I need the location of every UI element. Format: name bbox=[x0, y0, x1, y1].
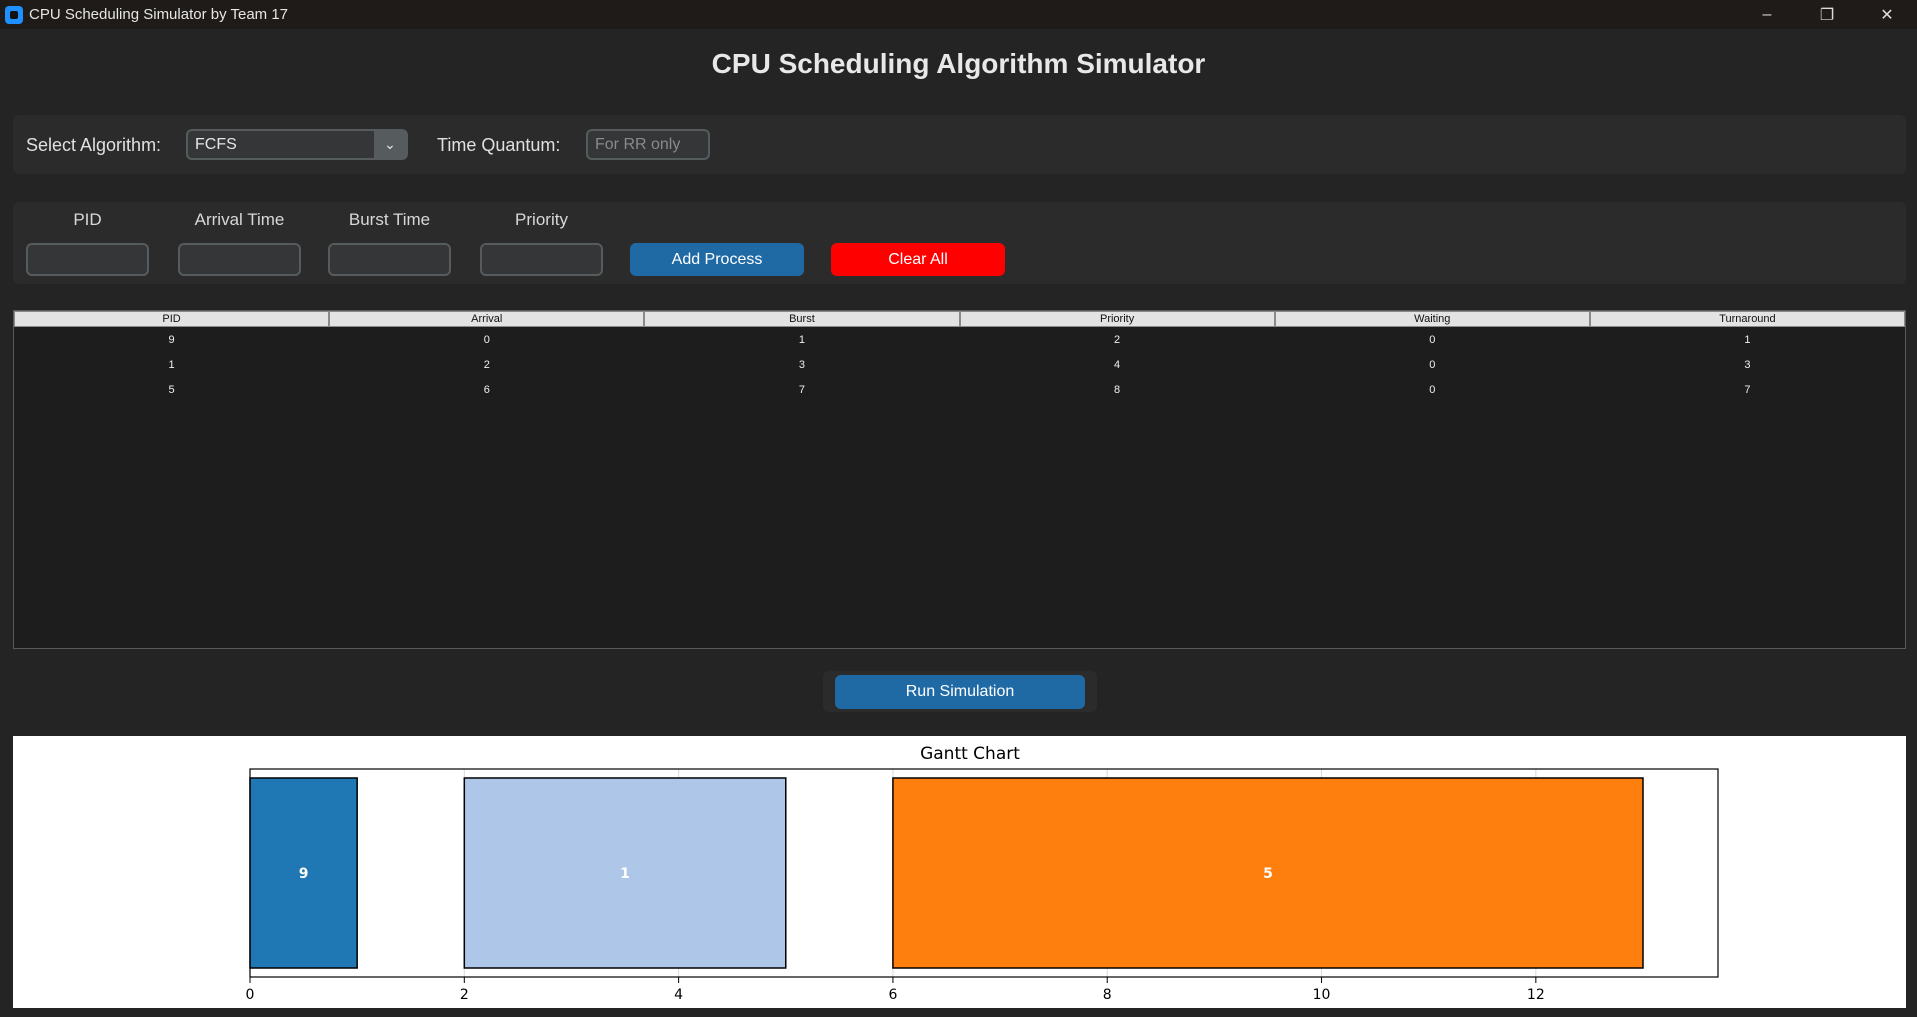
table-row[interactable]: 9 0 1 2 0 1 bbox=[14, 327, 1905, 352]
page-title: CPU Scheduling Algorithm Simulator bbox=[711, 48, 1206, 79]
algorithm-value: FCFS bbox=[195, 135, 237, 153]
table-cell: 0 bbox=[1429, 333, 1436, 346]
window-controls: – ❐ ✕ bbox=[1737, 0, 1917, 29]
window-title: CPU Scheduling Simulator by Team 17 bbox=[29, 6, 289, 23]
table-cell: 2 bbox=[1114, 333, 1121, 346]
pid-input[interactable] bbox=[26, 243, 149, 276]
table-row[interactable]: 1 2 3 4 0 3 bbox=[14, 352, 1905, 377]
minimize-icon[interactable]: – bbox=[1737, 0, 1797, 29]
pid-label: PID bbox=[73, 210, 102, 229]
table-row[interactable]: 5 6 7 8 0 7 bbox=[14, 377, 1905, 402]
table-cell: 3 bbox=[798, 358, 805, 371]
add-process-button[interactable]: Add Process bbox=[630, 243, 804, 276]
quantum-input[interactable] bbox=[586, 129, 710, 160]
table-cell: 5 bbox=[168, 383, 175, 396]
algorithm-label: Select Algorithm: bbox=[26, 135, 162, 155]
clear-all-button[interactable]: Clear All bbox=[831, 243, 1005, 276]
header-turnaround[interactable]: Turnaround bbox=[1589, 311, 1906, 327]
header-burst[interactable]: Burst bbox=[644, 311, 960, 327]
algorithm-dropdown[interactable]: FCFS ⌄ bbox=[186, 129, 408, 160]
gantt-chart-canvas bbox=[13, 736, 1906, 1008]
table-cell: 4 bbox=[1114, 358, 1121, 371]
table-cell: 1 bbox=[168, 358, 175, 371]
window-titlebar: CPU Scheduling Simulator by Team 17 – ❐ … bbox=[0, 0, 1917, 29]
priority-label: Priority bbox=[515, 210, 568, 229]
table-cell: 0 bbox=[1429, 383, 1436, 396]
table-cell: 7 bbox=[798, 383, 805, 396]
table-cell: 1 bbox=[1744, 333, 1751, 346]
chevron-down-icon[interactable]: ⌄ bbox=[374, 131, 406, 158]
table-cell: 0 bbox=[483, 333, 490, 346]
priority-input[interactable] bbox=[480, 243, 603, 276]
close-icon[interactable]: ✕ bbox=[1857, 0, 1917, 29]
table-cell: 1 bbox=[798, 333, 805, 346]
maximize-icon[interactable]: ❐ bbox=[1797, 0, 1857, 29]
header-waiting[interactable]: Waiting bbox=[1274, 311, 1590, 327]
arrival-input[interactable] bbox=[178, 243, 301, 276]
process-table: PID Arrival Burst Priority Waiting Turna… bbox=[13, 310, 1906, 649]
table-cell: 7 bbox=[1744, 383, 1751, 396]
table-cell: 9 bbox=[168, 333, 175, 346]
table-cell: 8 bbox=[1114, 383, 1121, 396]
header-pid[interactable]: PID bbox=[14, 311, 330, 327]
burst-label: Burst Time bbox=[348, 210, 431, 229]
table-cell: 2 bbox=[483, 358, 490, 371]
header-priority[interactable]: Priority bbox=[959, 311, 1275, 327]
table-cell: 3 bbox=[1744, 358, 1751, 371]
quantum-label: Time Quantum: bbox=[437, 135, 561, 155]
app-icon bbox=[5, 5, 23, 24]
burst-input[interactable] bbox=[328, 243, 451, 276]
chart-title: Gantt Chart bbox=[920, 744, 1020, 764]
table-cell: 0 bbox=[1429, 358, 1436, 371]
table-cell: 6 bbox=[483, 383, 490, 396]
table-header: PID Arrival Burst Priority Waiting Turna… bbox=[14, 311, 1906, 327]
header-arrival[interactable]: Arrival bbox=[329, 311, 645, 327]
arrival-label: Arrival Time bbox=[194, 210, 285, 229]
run-simulation-button[interactable]: Run Simulation bbox=[835, 675, 1085, 709]
